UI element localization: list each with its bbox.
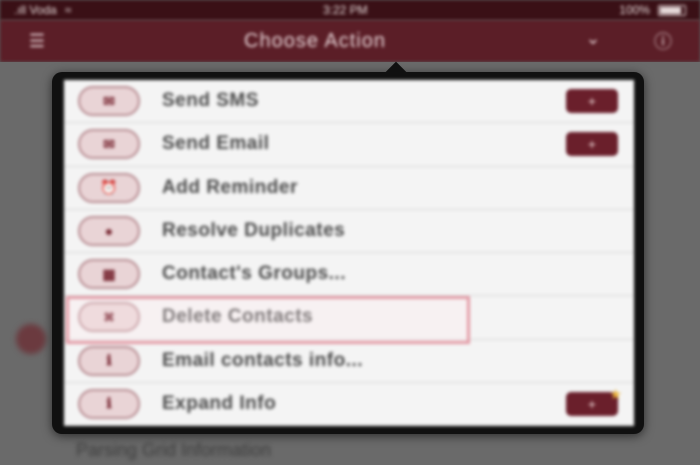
expand-icon: ℹ (78, 388, 140, 419)
nav-bar: ☰ Choose Action ⌄ ⓘ (0, 20, 700, 62)
menu-item-add-reminder[interactable]: ⏰ Add Reminder (64, 167, 634, 210)
menu-icon[interactable]: ☰ (22, 31, 52, 52)
email-icon: ✉ (78, 129, 140, 160)
menu-item-send-email[interactable]: ✉ Send Email + (64, 123, 634, 167)
menu-item-label: Expand Info (162, 392, 277, 414)
menu-item-resolve-duplicates[interactable]: ● Resolve Duplicates (64, 210, 634, 253)
menu-item-expand-info[interactable]: ℹ Expand Info + ★ (64, 383, 634, 426)
badge-label: + (587, 395, 597, 412)
status-left: .ıll Voda ≈ (14, 3, 71, 17)
carrier-label: .ıll Voda (14, 3, 57, 17)
reminder-icon: ⏰ (78, 172, 140, 203)
add-badge[interactable]: + ★ (566, 386, 622, 416)
chevron-down-icon[interactable]: ⌄ (578, 28, 608, 54)
add-badge[interactable]: + (566, 89, 618, 113)
menu-item-label: Send SMS (162, 90, 259, 112)
action-menu: ✉ Send SMS + ✉ Send Email + ⏰ Add Remind… (64, 80, 634, 426)
action-popover: ✉ Send SMS + ✉ Send Email + ⏰ Add Remind… (52, 61, 644, 434)
menu-item-label: Contact's Groups... (162, 263, 346, 285)
star-icon: ★ (609, 385, 622, 402)
menu-item-email-contacts-info[interactable]: ℹ Email contacts info... (64, 340, 634, 383)
status-bar: .ıll Voda ≈ 3:22 PM 100% (0, 0, 700, 20)
menu-item-contact-groups[interactable]: ▦ Contact's Groups... (64, 253, 634, 297)
background-avatar (16, 324, 46, 354)
status-right: 100% (619, 3, 686, 17)
menu-item-send-sms[interactable]: ✉ Send SMS + (64, 80, 634, 124)
clock: 3:22 PM (322, 3, 368, 17)
highlight-delete-contacts (66, 296, 470, 344)
battery-percent: 100% (619, 3, 650, 17)
page-title: Choose Action (244, 29, 386, 52)
nav-actions: ⌄ ⓘ (578, 28, 678, 54)
add-badge[interactable]: + (566, 132, 618, 157)
menu-item-label: Email contacts info... (162, 349, 364, 371)
duplicates-icon: ● (78, 215, 140, 246)
wifi-icon: ≈ (64, 3, 72, 17)
groups-icon: ▦ (78, 259, 140, 290)
menu-item-label: Send Email (162, 133, 270, 155)
info-icon[interactable]: ⓘ (648, 28, 678, 54)
info-icon: ℹ (78, 345, 140, 376)
battery-icon (657, 4, 686, 16)
sms-icon: ✉ (78, 86, 140, 117)
background-text: Parsing Grid Information (76, 440, 272, 460)
menu-item-label: Add Reminder (162, 176, 298, 198)
menu-item-label: Resolve Duplicates (162, 219, 346, 241)
